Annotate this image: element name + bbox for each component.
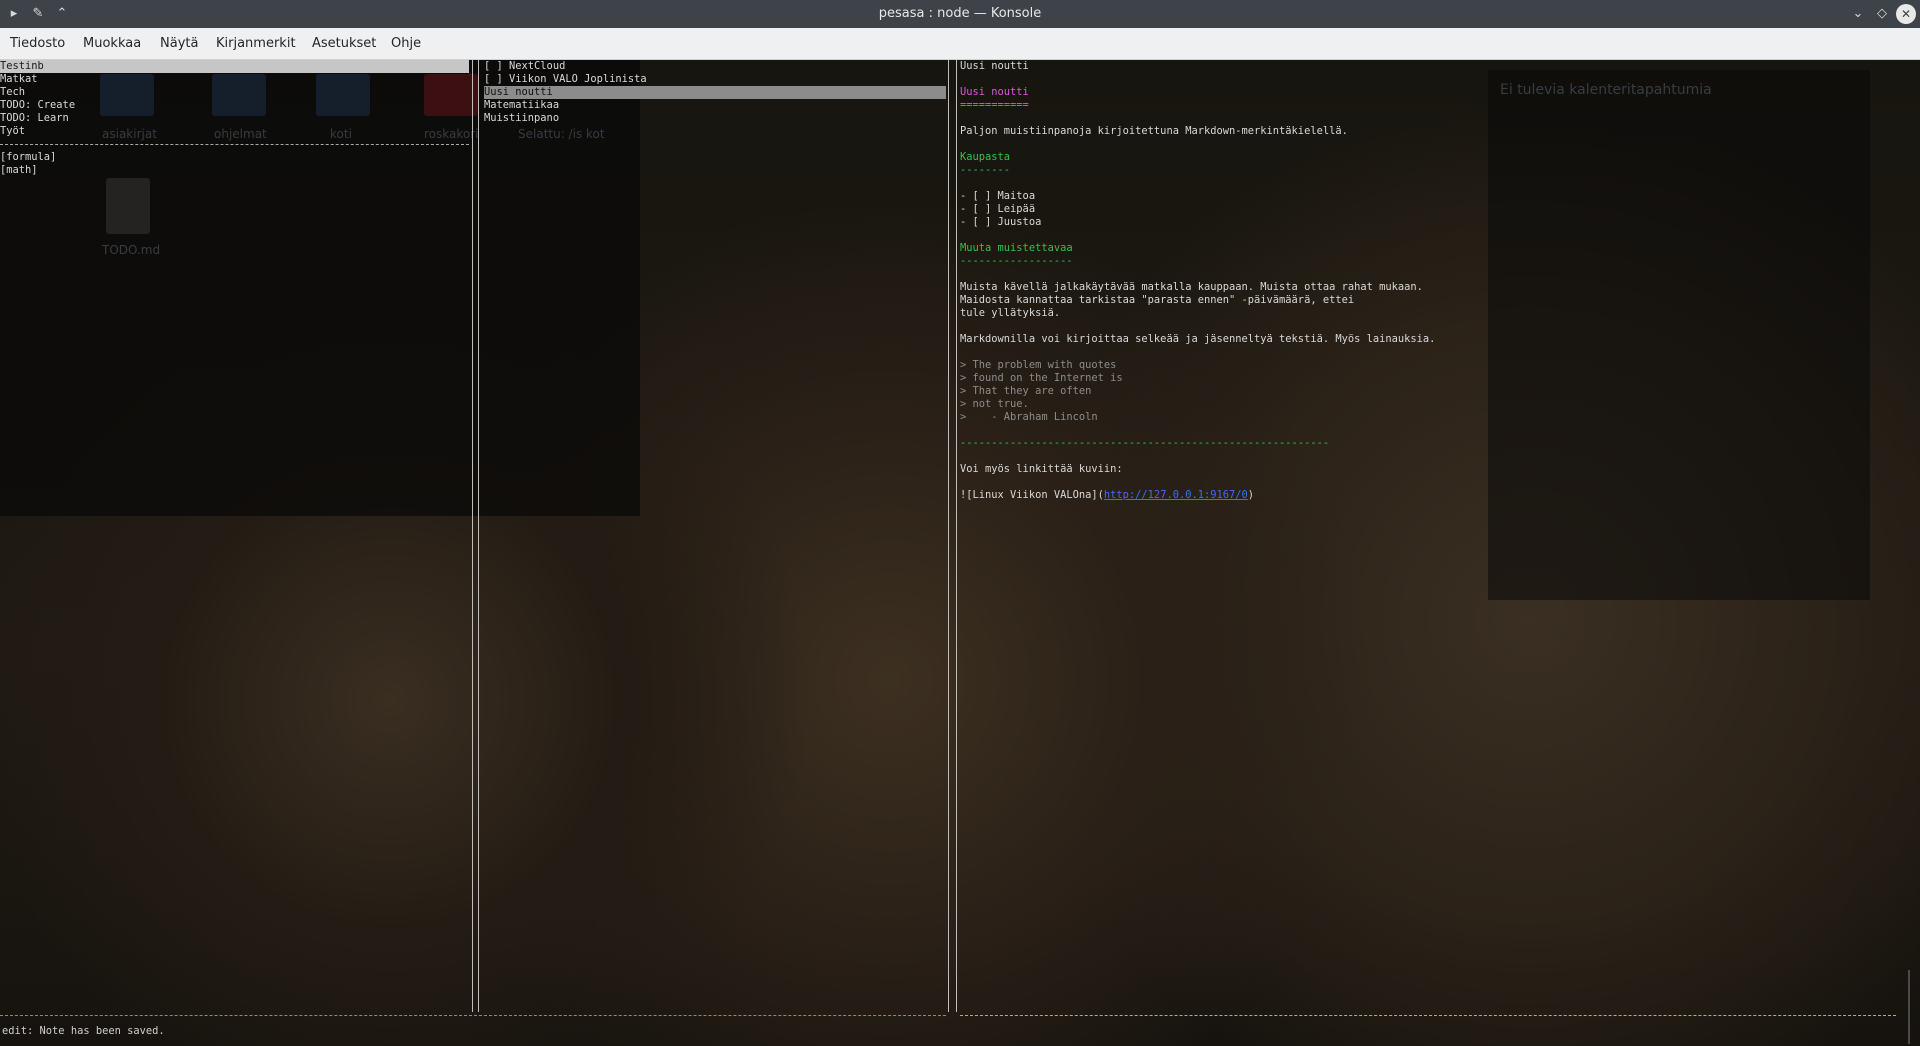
note-item[interactable]: [ ] NextCloud xyxy=(484,60,565,73)
desktop-folder-icon xyxy=(100,74,154,116)
desktop-calendar-widget xyxy=(1488,70,1870,600)
note-item[interactable]: Muistiinpano xyxy=(484,112,559,125)
desktop-folder-icon xyxy=(316,74,370,116)
notebook-item[interactable]: Matkat xyxy=(0,73,38,86)
desktop-icon-label: asiakirjat xyxy=(102,127,157,141)
minimize-icon[interactable]: ⌄ xyxy=(1848,4,1868,24)
menu-file[interactable]: Tiedosto xyxy=(10,36,65,51)
note-paragraph: Voi myös linkittää kuviin: xyxy=(960,463,1123,475)
menu-edit[interactable]: Muokkaa xyxy=(83,36,141,51)
menu-help[interactable]: Ohje xyxy=(391,36,421,51)
pane-divider xyxy=(472,60,473,1012)
pane-separator xyxy=(0,144,469,145)
window-title: pesasa : node — Konsole xyxy=(878,6,1042,21)
checklist-item: - [ ] Juustoa xyxy=(960,216,1042,228)
image-link-suffix: ) xyxy=(1247,489,1255,501)
title-bar: ▸ ✎ ⌃ pesasa : node — Konsole ⌄ ◇ ✕ xyxy=(0,0,1920,28)
tag-item[interactable]: [formula] xyxy=(0,151,56,164)
menu-settings[interactable]: Asetukset xyxy=(312,36,376,51)
note-heading-underline: =========== xyxy=(960,99,1029,111)
note-item[interactable]: [ ] Viikon VALO Joplinista xyxy=(484,73,647,86)
note-paragraph: Muista kävellä jalkakäytävää matkalla ka… xyxy=(960,281,1423,293)
terminal-scrollbar[interactable] xyxy=(1908,970,1910,1044)
menu-bar: Tiedosto Muokkaa Näytä Kirjanmerkit Aset… xyxy=(0,28,1920,60)
maximize-icon[interactable]: ◇ xyxy=(1872,4,1892,24)
terminal-area[interactable]: asiakirjat ohjelmat koti roskakori TODO.… xyxy=(0,60,1920,1046)
note-title: Uusi noutti xyxy=(960,60,1029,72)
tag-item[interactable]: [math] xyxy=(0,164,38,177)
desktop-icon-label: roskakori xyxy=(424,127,479,141)
image-link-line: ![Linux Viikon VALOna](http://127.0.0.1:… xyxy=(960,489,1254,502)
note-subheading-underline: ------------------ xyxy=(960,255,1073,267)
desktop-folder-icon xyxy=(212,74,266,116)
note-paragraph: Paljon muistiinpanoja kirjoitettuna Mark… xyxy=(960,125,1348,137)
image-link-prefix: ![Linux Viikon VALOna]( xyxy=(960,489,1104,501)
status-line: edit: Note has been saved. xyxy=(2,1025,165,1037)
menu-view[interactable]: Näytä xyxy=(160,36,198,51)
notebook-item[interactable]: Tech xyxy=(0,86,25,99)
quote-line: > - Abraham Lincoln xyxy=(960,411,1098,423)
desktop-path-label: Selattu: /is kot xyxy=(518,127,605,141)
bottom-separator xyxy=(960,1015,1896,1016)
desktop-icon-label: koti xyxy=(330,127,352,141)
note-subheading: Kaupasta xyxy=(960,151,1011,163)
desktop-trash-icon xyxy=(424,74,478,116)
close-icon[interactable]: ✕ xyxy=(1896,4,1916,24)
notebook-item[interactable]: TODO: Create xyxy=(0,99,75,112)
pane-divider xyxy=(478,60,479,1012)
notebook-item[interactable]: Työt xyxy=(0,125,25,138)
notebook-item[interactable]: TODO: Learn xyxy=(0,112,69,125)
note-paragraph: tule yllätyksiä. xyxy=(960,307,1061,319)
note-heading: Uusi noutti xyxy=(960,86,1029,98)
note-paragraph: Markdownilla voi kirjoittaa selkeää ja j… xyxy=(960,333,1436,345)
bottom-separator xyxy=(0,1015,946,1016)
note-item[interactable]: Matematiikaa xyxy=(484,99,559,112)
quote-line: > The problem with quotes xyxy=(960,359,1117,371)
menu-bookmarks[interactable]: Kirjanmerkit xyxy=(216,36,296,51)
note-paragraph: Maidosta kannattaa tarkistaa "parasta en… xyxy=(960,294,1355,306)
note-subheading: Muuta muistettavaa xyxy=(960,242,1073,254)
image-url-link[interactable]: http://127.0.0.1:9167/0 xyxy=(1104,489,1248,501)
desktop-file-label: TODO.md xyxy=(102,243,161,257)
note-item-selected[interactable]: Uusi noutti xyxy=(484,86,946,99)
notebook-item-selected[interactable]: Testinb xyxy=(0,60,469,73)
note-subheading-underline: -------- xyxy=(960,164,1011,176)
horizontal-rule: ----------------------------------------… xyxy=(960,437,1330,449)
checklist-item: - [ ] Leipää xyxy=(960,203,1036,215)
checklist-item: - [ ] Maitoa xyxy=(960,190,1036,202)
konsole-window: ▸ ✎ ⌃ pesasa : node — Konsole ⌄ ◇ ✕ Tied… xyxy=(0,0,1920,1046)
desktop-icon-label: ohjelmat xyxy=(214,127,267,141)
quote-line: > That they are often xyxy=(960,385,1092,397)
desktop-file-icon xyxy=(106,178,150,234)
pane-divider xyxy=(948,60,949,1012)
quote-line: > found on the Internet is xyxy=(960,372,1123,384)
calendar-empty-label: Ei tulevia kalenteritapahtumia xyxy=(1500,82,1712,98)
quote-line: > not true. xyxy=(960,398,1029,410)
pane-divider xyxy=(956,60,957,1012)
